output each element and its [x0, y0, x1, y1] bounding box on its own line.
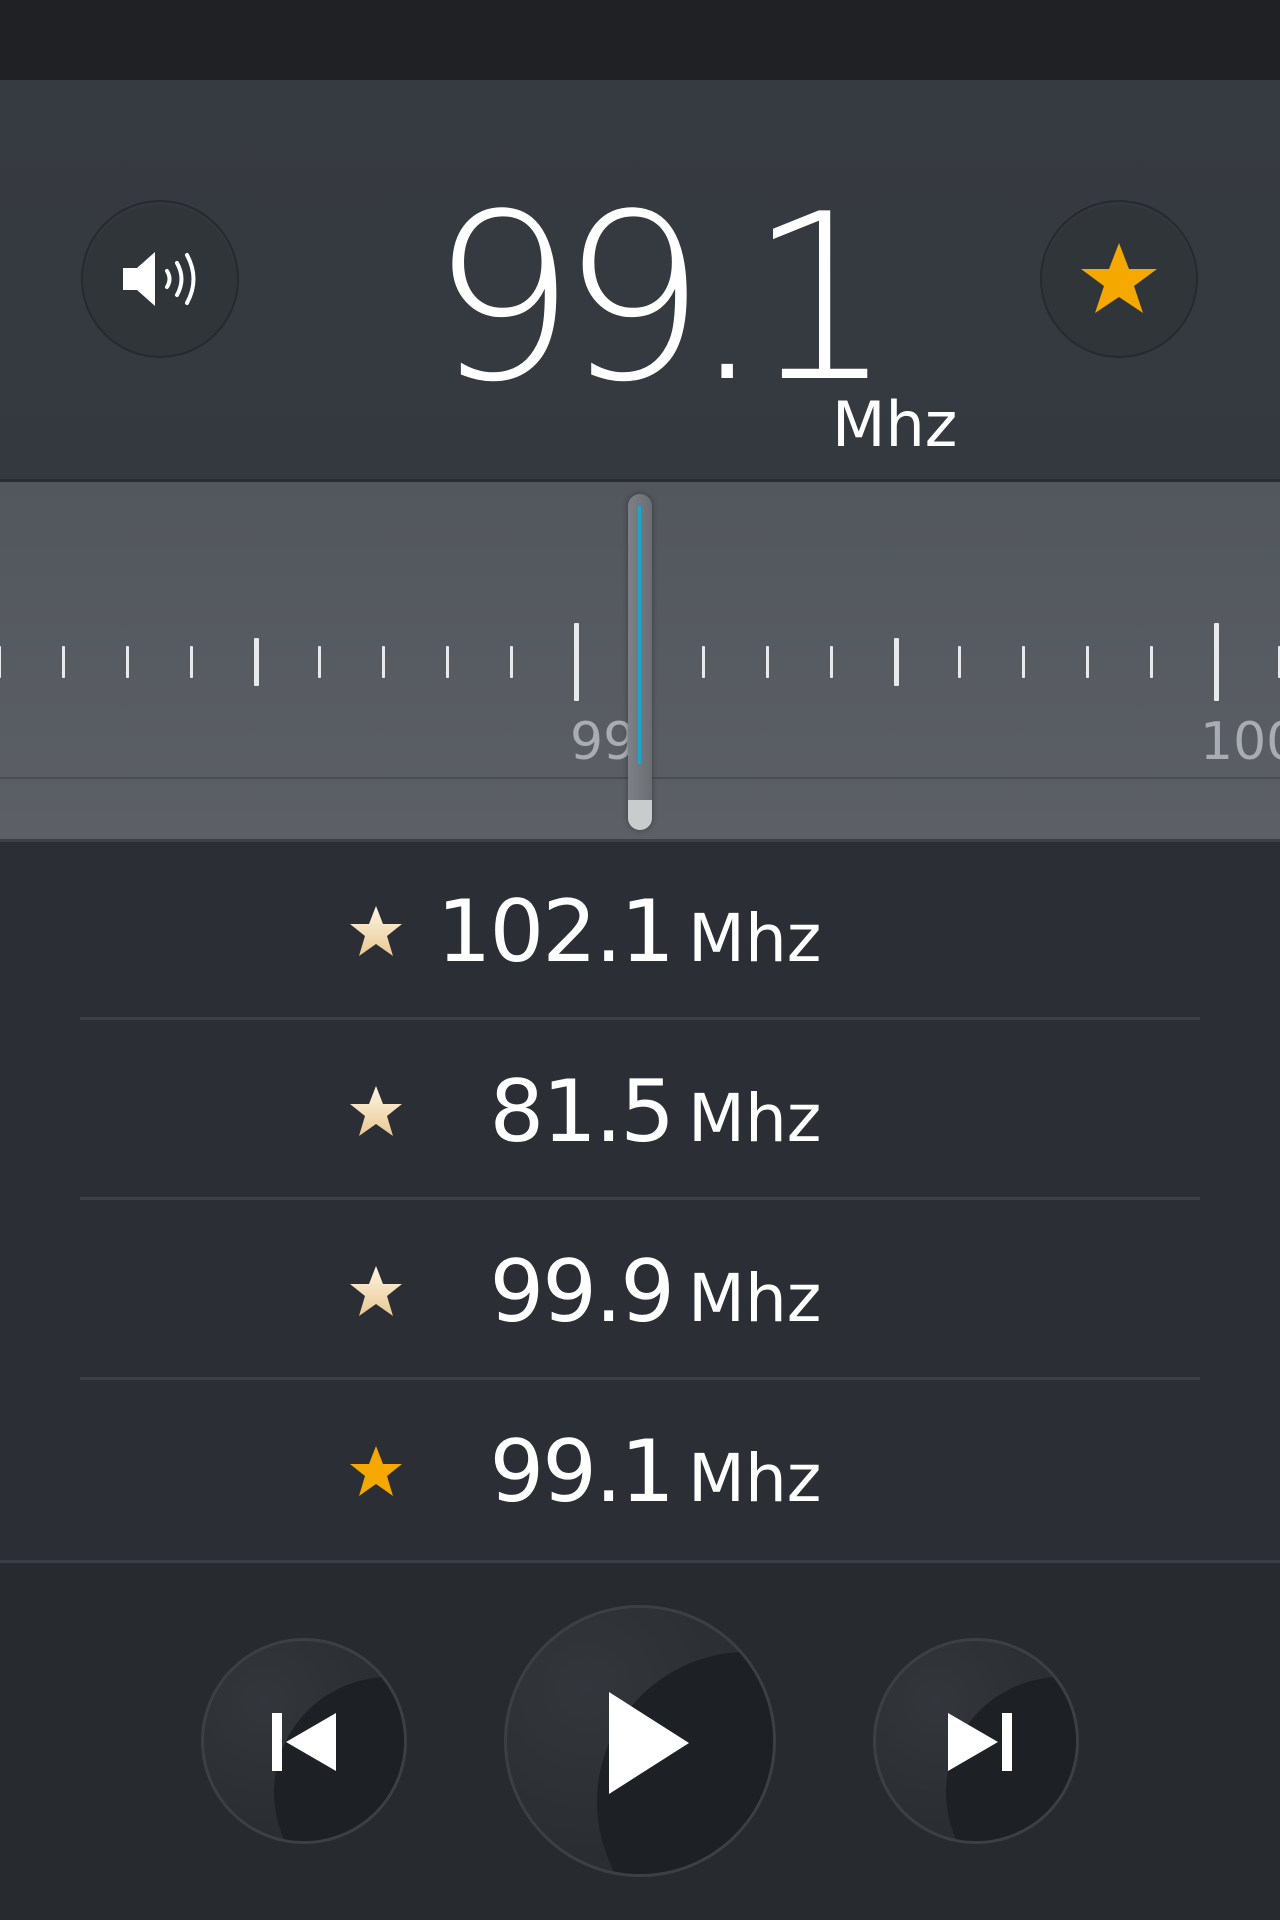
star-icon [350, 906, 402, 956]
major-tick [1214, 623, 1219, 701]
station-frequency: 102.1 [436, 882, 675, 982]
needle-handle[interactable] [628, 800, 652, 830]
playback-controls [0, 1563, 1280, 1920]
list-divider [80, 1197, 1200, 1200]
minor-tick [830, 646, 833, 678]
station-unit: Mhz [688, 1440, 822, 1517]
mid-tick [894, 638, 899, 686]
minor-tick [0, 646, 1, 678]
current-frequency-display: 99.1 Mhz [430, 170, 1030, 470]
skip-previous-icon [272, 1713, 336, 1771]
volume-button[interactable] [81, 200, 239, 358]
minor-tick [1086, 646, 1089, 678]
header: 99.1 Mhz [0, 80, 1280, 482]
minor-tick [382, 646, 385, 678]
play-icon [609, 1692, 689, 1794]
favorite-station-item[interactable]: 99.9 Mhz [80, 1202, 1200, 1380]
favorite-station-item[interactable]: 81.5 Mhz [80, 1022, 1200, 1200]
favorite-button[interactable] [1040, 200, 1198, 358]
frequency-tuner[interactable]: 99 100 [0, 482, 1280, 842]
list-divider [80, 1377, 1200, 1380]
mid-tick [254, 638, 259, 686]
station-frequency: 99.1 [489, 1422, 675, 1522]
tuner-needle[interactable] [628, 494, 652, 830]
star-icon [350, 1266, 402, 1316]
minor-tick [510, 646, 513, 678]
favorites-list: 102.1 Mhz 81.5 Mhz 99.9 Mhz 99.1 Mhz [0, 842, 1280, 1563]
star-icon [350, 1086, 402, 1136]
minor-tick [446, 646, 449, 678]
station-unit: Mhz [688, 1260, 822, 1337]
favorite-station-item-active[interactable]: 99.1 Mhz [80, 1382, 1200, 1560]
play-button[interactable] [504, 1605, 776, 1877]
station-frequency: 81.5 [489, 1062, 675, 1162]
station-frequency: 99.9 [489, 1242, 675, 1342]
minor-tick [318, 646, 321, 678]
scale-label-99: 99 [570, 712, 637, 772]
fm-radio-app: 99.1 Mhz 99 100 [0, 0, 1280, 1920]
star-icon [350, 1446, 402, 1496]
favorite-station-item[interactable]: 102.1 Mhz [80, 842, 1200, 1020]
status-bar [0, 0, 1280, 80]
minor-tick [1022, 646, 1025, 678]
next-station-button[interactable] [873, 1638, 1079, 1844]
current-frequency: 99.1 [430, 166, 894, 433]
list-divider [80, 1017, 1200, 1020]
major-tick [574, 623, 579, 701]
station-unit: Mhz [688, 1080, 822, 1157]
volume-icon [123, 252, 196, 306]
minor-tick [1150, 646, 1153, 678]
minor-tick [190, 646, 193, 678]
minor-tick [766, 646, 769, 678]
frequency-unit: Mhz [832, 388, 958, 461]
minor-tick [126, 646, 129, 678]
minor-tick [62, 646, 65, 678]
minor-tick [958, 646, 961, 678]
previous-station-button[interactable] [201, 1638, 407, 1844]
star-icon [1081, 243, 1157, 313]
scale-label-100: 100 [1200, 712, 1280, 772]
station-unit: Mhz [688, 900, 822, 977]
needle-indicator [638, 506, 641, 764]
skip-next-icon [948, 1713, 1012, 1771]
minor-tick [702, 646, 705, 678]
